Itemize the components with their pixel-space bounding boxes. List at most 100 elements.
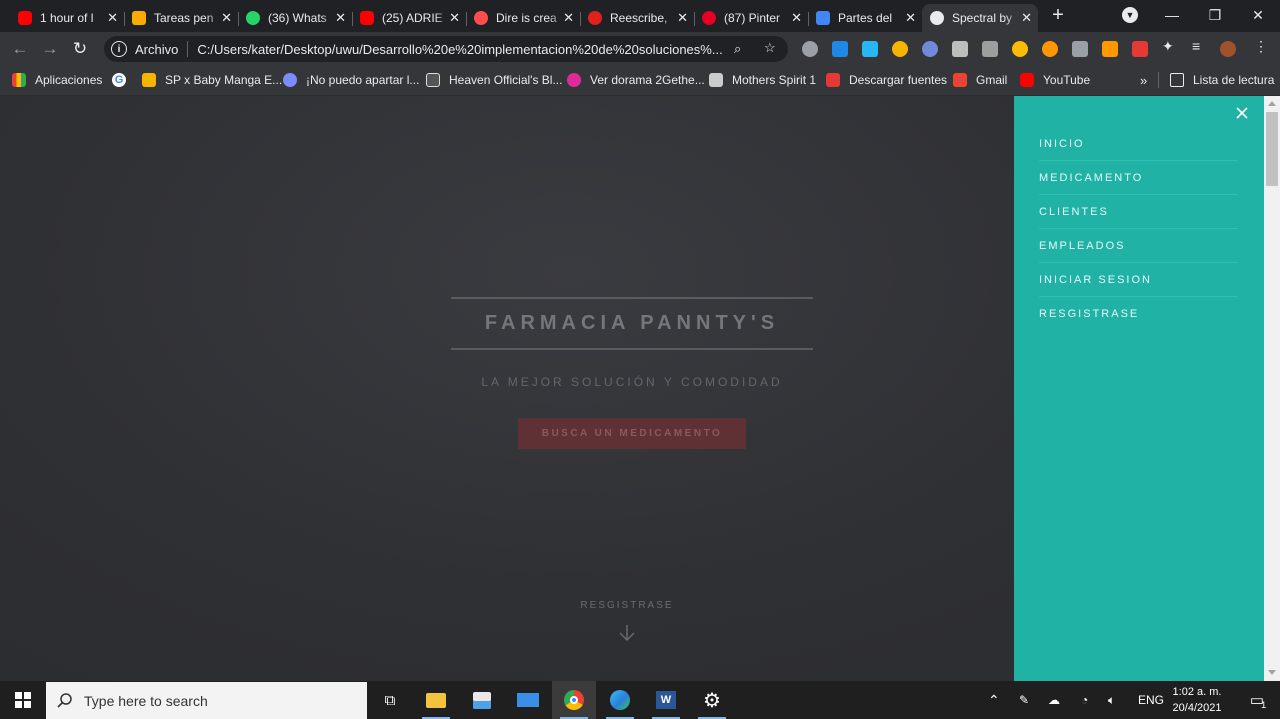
menu-item-empleados[interactable]: EMPLEADOS bbox=[1039, 229, 1238, 263]
bookmark-mothers-spirit[interactable]: Mothers Spirit 1 bbox=[709, 66, 816, 94]
tab-partes[interactable]: Partes del ✕ bbox=[808, 4, 922, 32]
shopping-icon[interactable] bbox=[1102, 41, 1118, 57]
volume-icon[interactable]: 🔈︎ bbox=[1108, 681, 1115, 719]
bookmark-aplicaciones[interactable]: Aplicaciones bbox=[12, 66, 102, 94]
tab-pinterest[interactable]: (87) Pinter ✕ bbox=[694, 4, 809, 32]
bookmark-google[interactable]: G bbox=[112, 66, 135, 94]
close-tab-icon[interactable]: ✕ bbox=[107, 10, 118, 26]
close-tab-icon[interactable]: ✕ bbox=[677, 10, 688, 26]
tab-reescribe[interactable]: Reescribe, ✕ bbox=[580, 4, 695, 32]
arrow-down-icon[interactable] bbox=[618, 624, 636, 642]
tab-webtoon[interactable]: Dire is crea ✕ bbox=[466, 4, 581, 32]
bookmark-no-puedo[interactable]: ¡No puedo apartar l... bbox=[283, 66, 419, 94]
onedrive-icon[interactable]: ☁ bbox=[1048, 681, 1060, 719]
bookmark-sp-baby-manga[interactable]: SP x Baby Manga E... bbox=[142, 66, 282, 94]
clock[interactable]: 1:02 a. m. 20/4/2021 bbox=[1166, 681, 1228, 719]
menu-item-clientes[interactable]: CLIENTES bbox=[1039, 195, 1238, 229]
search-icon[interactable]: ⌕ bbox=[734, 41, 741, 57]
menu-item-inicio[interactable]: INICIO bbox=[1039, 127, 1238, 161]
language-indicator[interactable]: ENG bbox=[1138, 681, 1164, 719]
close-tab-icon[interactable]: ✕ bbox=[791, 10, 802, 26]
cube-icon[interactable] bbox=[952, 41, 968, 57]
tab-youtube-1[interactable]: 1 hour of l ✕ bbox=[10, 4, 125, 32]
info-icon[interactable]: i bbox=[111, 41, 127, 57]
close-tab-icon[interactable]: ✕ bbox=[563, 10, 574, 26]
avatar[interactable] bbox=[1220, 41, 1236, 57]
bookmark-gmail[interactable]: Gmail bbox=[953, 66, 1007, 94]
start-button[interactable] bbox=[0, 681, 46, 719]
wifi-icon[interactable]: ◔ bbox=[1081, 681, 1088, 719]
close-tab-icon[interactable]: ✕ bbox=[221, 10, 232, 26]
bookmark-label: YouTube bbox=[1043, 73, 1091, 87]
tab-search-button[interactable]: ▼ bbox=[1108, 0, 1152, 30]
kebab-menu-icon[interactable]: ⋮ bbox=[1254, 38, 1270, 54]
address-url[interactable]: C:/Users/kater/Desktop/uwu/Desarrollo%20… bbox=[197, 42, 727, 57]
bookmark-youtube[interactable]: YouTube bbox=[1020, 66, 1090, 94]
reading-mode-icon[interactable]: ≡ bbox=[1192, 38, 1208, 54]
taskbar-store[interactable] bbox=[460, 681, 504, 719]
star-icon[interactable]: ☆ bbox=[764, 40, 776, 56]
taskbar-file-explorer[interactable] bbox=[414, 681, 458, 719]
address-scheme: Archivo bbox=[135, 41, 179, 57]
extension-icon[interactable] bbox=[1042, 41, 1058, 57]
tab-spectral-active[interactable]: Spectral by ✕ bbox=[922, 4, 1038, 32]
menu-item-iniciar-sesion[interactable]: INICIAR SESION bbox=[1039, 263, 1238, 297]
cast-icon[interactable] bbox=[1072, 41, 1088, 57]
scrollbar[interactable] bbox=[1264, 96, 1280, 681]
tab-youtube-2[interactable]: (25) ADRIE ✕ bbox=[352, 4, 467, 32]
bookmark-ver-dorama[interactable]: Ver dorama 2Gethe... bbox=[567, 66, 705, 94]
tab-title: (87) Pinter bbox=[724, 11, 781, 25]
restore-button[interactable]: ❐ bbox=[1193, 0, 1237, 30]
scroll-up-arrow[interactable] bbox=[1268, 101, 1276, 106]
discord-icon[interactable] bbox=[922, 41, 938, 57]
bookmark-descargar-fuentes[interactable]: Descargar fuentes bbox=[826, 66, 947, 94]
new-tab-button[interactable]: + bbox=[1036, 0, 1080, 30]
tp-icon[interactable] bbox=[1132, 41, 1148, 57]
youtube-icon bbox=[1020, 73, 1034, 87]
search-medicine-button[interactable]: BUSCA UN MEDICAMENTO bbox=[518, 418, 746, 449]
page-title: FARMACIA PANNTY'S bbox=[484, 312, 780, 334]
menu-item-medicamento[interactable]: MEDICAMENTO bbox=[1039, 161, 1238, 195]
extension-icon[interactable] bbox=[802, 41, 818, 57]
taskbar-chrome[interactable] bbox=[552, 681, 596, 719]
taskbar-edge[interactable] bbox=[598, 681, 642, 719]
reading-list-button[interactable]: Lista de lectura bbox=[1170, 66, 1274, 94]
scroll-down-arrow[interactable] bbox=[1268, 670, 1276, 675]
menu-item-registrarse[interactable]: RESGISTRASE bbox=[1039, 297, 1238, 331]
reload-button[interactable]: ↻ bbox=[69, 38, 91, 60]
taskbar-search-input[interactable]: Type here to search bbox=[46, 682, 367, 719]
skype-icon[interactable] bbox=[832, 41, 848, 57]
scrollbar-thumb[interactable] bbox=[1266, 112, 1278, 186]
close-tab-icon[interactable]: ✕ bbox=[335, 10, 346, 26]
close-tab-icon[interactable]: ✕ bbox=[905, 10, 916, 26]
close-window-button[interactable]: ✕ bbox=[1236, 0, 1280, 30]
taskbar-mail[interactable] bbox=[506, 681, 550, 719]
extension-icon[interactable] bbox=[1012, 41, 1028, 57]
address-bar[interactable]: i Archivo C:/Users/kater/Desktop/uwu/Des… bbox=[104, 36, 788, 62]
side-menu: INICIO MEDICAMENTO CLIENTES EMPLEADOS IN… bbox=[1014, 96, 1264, 681]
close-tab-icon[interactable]: ✕ bbox=[1021, 10, 1032, 26]
forward-button[interactable]: → bbox=[39, 38, 61, 60]
crown-icon[interactable] bbox=[892, 41, 908, 57]
bookmark-heaven-official[interactable]: Heaven Official's Bl... bbox=[426, 66, 562, 94]
tab-title: (25) ADRIE bbox=[382, 11, 443, 25]
taskbar-settings[interactable]: ⚙ bbox=[690, 681, 734, 719]
tray-overflow-chevron-icon[interactable]: ⌃ bbox=[988, 681, 1000, 719]
action-center-button[interactable]: ▭ 1 bbox=[1236, 681, 1280, 719]
extension-icon[interactable] bbox=[862, 41, 878, 57]
close-tab-icon[interactable]: ✕ bbox=[449, 10, 460, 26]
more-bookmarks-icon[interactable]: » bbox=[1140, 66, 1147, 94]
tab-whatsapp[interactable]: (36) Whats ✕ bbox=[238, 4, 353, 32]
close-icon[interactable] bbox=[1234, 105, 1250, 121]
puzzle-icon[interactable]: ✦ bbox=[1162, 38, 1178, 54]
task-view-icon: ⧉ bbox=[384, 691, 396, 709]
manga-icon bbox=[142, 73, 156, 87]
minimize-button[interactable]: — bbox=[1150, 0, 1194, 30]
task-view-button[interactable]: ⧉ bbox=[368, 681, 412, 719]
windows-logo-icon bbox=[15, 692, 31, 708]
taskbar-word[interactable]: W bbox=[644, 681, 688, 719]
office-icon[interactable] bbox=[982, 41, 998, 57]
back-button[interactable]: ← bbox=[9, 38, 31, 60]
tray-pen-icon[interactable]: ✎ bbox=[1019, 681, 1029, 719]
tab-tareas[interactable]: Tareas pen ✕ bbox=[124, 4, 239, 32]
